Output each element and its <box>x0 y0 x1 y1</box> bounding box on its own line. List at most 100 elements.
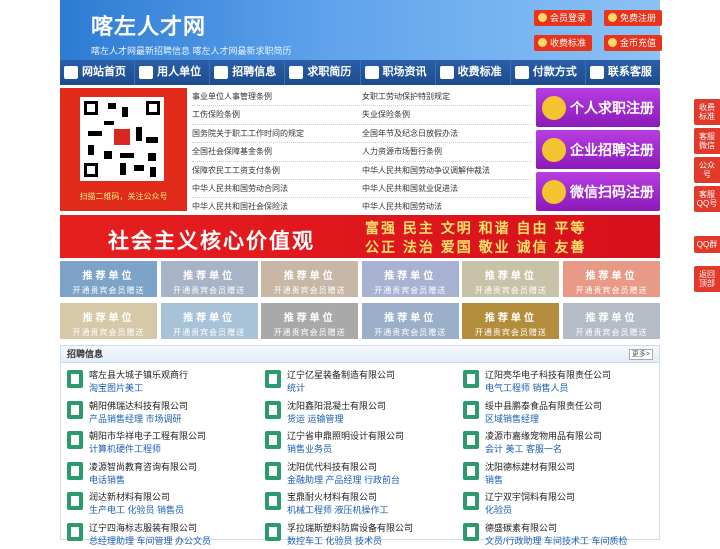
recommended-unit-tile[interactable]: 推荐单位 开通贵宾会员赠送 <box>160 303 258 339</box>
policy-link[interactable]: 中华人民共和国劳动法 <box>362 198 532 215</box>
side-button[interactable]: 客服微信 <box>694 128 720 154</box>
job-item[interactable]: 沈阳优代科技有限公司 金融助理 产品经理 行政前台 <box>259 458 454 488</box>
job-item[interactable]: 辽宁四海标志服装有限公司 总经理助理 车间管理 办公文员 <box>61 519 256 549</box>
company-name[interactable]: 辽宁双宇饲料有限公司 <box>485 490 575 503</box>
job-positions[interactable]: 生产电工 化验员 销售员 <box>89 503 184 516</box>
recommended-unit-tile[interactable]: 推荐单位 开通贵宾会员赠送 <box>462 261 560 297</box>
recommended-unit-tile[interactable]: 推荐单位 开通贵宾会员赠送 <box>261 261 359 297</box>
company-name[interactable]: 绥中县鹏泰食品有限责任公司 <box>485 399 602 412</box>
job-positions[interactable]: 化验员 <box>485 503 512 516</box>
policy-link[interactable]: 保障农民工工资支付条例 <box>192 162 362 179</box>
job-positions[interactable]: 电话销售 <box>89 473 125 486</box>
recommended-unit-tile[interactable]: 推荐单位 开通贵宾会员赠送 <box>563 261 660 297</box>
job-item[interactable]: 绥中县鹏泰食品有限责任公司 区域销售经理 <box>457 397 652 427</box>
nav-payment[interactable]: 付款方式 <box>511 60 586 85</box>
job-item[interactable]: 喀左县大城子镇乐观商行 淘宝图片美工 <box>61 366 256 396</box>
job-item[interactable]: 德盛碳素有限公司 文员/行政助理 车间技术工 车间质检 <box>457 519 652 549</box>
recommended-unit-tile[interactable]: 推荐单位 开通贵宾会员赠送 <box>60 303 157 339</box>
job-positions[interactable]: 淘宝图片美工 <box>89 381 143 394</box>
nav-jobs[interactable]: 招聘信息 <box>210 60 286 85</box>
job-positions[interactable]: 机械工程师 液压机操作工 <box>287 503 389 516</box>
nav-home[interactable]: 网站首页 <box>60 60 136 85</box>
policy-link[interactable]: 事业单位人事管理条例 <box>192 88 362 105</box>
job-item[interactable]: 沈阳鑫阳混凝土有限公司 货运 运输管理 <box>259 397 454 427</box>
company-name[interactable]: 凌源市嘉缘宠物用品有限公司 <box>485 429 602 442</box>
policy-link[interactable]: 女职工劳动保护特别规定 <box>362 88 532 105</box>
company-name[interactable]: 凌源智尚教育咨询有限公司 <box>89 460 197 473</box>
personal-register-button[interactable]: 个人求职注册 <box>536 88 660 127</box>
company-name[interactable]: 沈阳优代科技有限公司 <box>287 460 377 473</box>
job-positions[interactable]: 产品销售经理 市场调研 <box>89 412 182 425</box>
recommended-unit-tile[interactable]: 推荐单位 开通贵宾会员赠送 <box>60 261 157 297</box>
job-item[interactable]: 沈阳德标建材有限公司 销售 <box>457 458 652 488</box>
job-positions[interactable]: 区域销售经理 <box>485 412 539 425</box>
nav-support[interactable]: 联系客服 <box>586 60 660 85</box>
nav-news[interactable]: 职场资讯 <box>361 60 436 85</box>
company-name[interactable]: 沈阳德标建材有限公司 <box>485 460 575 473</box>
recommended-unit-tile[interactable]: 推荐单位 开通贵宾会员赠送 <box>563 303 660 339</box>
job-positions[interactable]: 电气工程师 销售人员 <box>485 381 569 394</box>
job-item[interactable]: 朝阳佛瑞达科技有限公司 产品销售经理 市场调研 <box>61 397 256 427</box>
company-name[interactable]: 喀左县大城子镇乐观商行 <box>89 368 188 381</box>
job-positions[interactable]: 计算机硬件工程师 <box>89 442 161 455</box>
nav-resumes[interactable]: 求职简历 <box>285 60 361 85</box>
policy-link[interactable]: 中华人民共和国劳动争议调解仲裁法 <box>362 162 532 179</box>
side-button[interactable]: 客服QQ号 <box>694 186 720 212</box>
nav-fees[interactable]: 收费标准 <box>436 60 511 85</box>
recommended-unit-tile[interactable]: 推荐单位 开通贵宾会员赠送 <box>160 261 258 297</box>
fee-standard-button[interactable]: 收费标准 <box>534 35 593 51</box>
policy-link[interactable]: 中华人民共和国社会保险法 <box>192 198 362 215</box>
member-login-button[interactable]: 会员登录 <box>534 10 593 26</box>
side-button[interactable]: 公众号 <box>694 157 720 183</box>
company-name[interactable]: 辽宁四海标志服装有限公司 <box>89 521 197 534</box>
company-name[interactable]: 朝阳市华祥电子工程有限公司 <box>89 429 206 442</box>
job-positions[interactable]: 总经理助理 车间管理 办公文员 <box>89 534 211 547</box>
policy-link[interactable]: 失业保险条例 <box>362 106 532 123</box>
free-register-button[interactable]: 免费注册 <box>604 10 663 26</box>
company-name[interactable]: 孚拉瑞斯塑料防腐设备有限公司 <box>287 521 413 534</box>
job-item[interactable]: 凌源市嘉缘宠物用品有限公司 会计 美工 客服一名 <box>457 427 652 457</box>
job-item[interactable]: 辽阳亮华电子科技有限责任公司 电气工程师 销售人员 <box>457 366 652 396</box>
policy-link[interactable]: 人力资源市场暂行条例 <box>362 143 532 160</box>
recommended-unit-tile[interactable]: 推荐单位 开通贵宾会员赠送 <box>361 261 459 297</box>
company-name[interactable]: 朝阳佛瑞达科技有限公司 <box>89 399 188 412</box>
job-positions[interactable]: 销售业务员 <box>287 442 332 455</box>
job-item[interactable]: 润达新材料有限公司 生产电工 化验员 销售员 <box>61 488 256 518</box>
job-item[interactable]: 宝鼎耐火材料有限公司 机械工程师 液压机操作工 <box>259 488 454 518</box>
policy-link[interactable]: 全国年节及纪念日放假办法 <box>362 125 532 142</box>
recommended-unit-tile[interactable]: 推荐单位 开通贵宾会员赠送 <box>361 303 459 339</box>
policy-link[interactable]: 中华人民共和国劳动合同法 <box>192 180 362 197</box>
job-positions[interactable]: 销售 <box>485 473 503 486</box>
policy-link[interactable]: 国务院关于职工工作时间的规定 <box>192 125 362 142</box>
side-button[interactable]: QQ群 <box>694 236 720 253</box>
job-item[interactable]: 朝阳市华祥电子工程有限公司 计算机硬件工程师 <box>61 427 256 457</box>
job-item[interactable]: 凌源智尚教育咨询有限公司 电话销售 <box>61 458 256 488</box>
job-item[interactable]: 孚拉瑞斯塑料防腐设备有限公司 数控车工 化验员 技术员 <box>259 519 454 549</box>
company-name[interactable]: 宝鼎耐火材料有限公司 <box>287 490 377 503</box>
job-positions[interactable]: 数控车工 化验员 技术员 <box>287 534 382 547</box>
job-positions[interactable]: 文员/行政助理 车间技术工 车间质检 <box>485 534 628 547</box>
company-name[interactable]: 辽宁省申鼎照明设计有限公司 <box>287 429 404 442</box>
side-button[interactable]: 收费标准 <box>694 99 720 125</box>
policy-link[interactable]: 中华人民共和国就业促进法 <box>362 180 532 197</box>
company-name[interactable]: 润达新材料有限公司 <box>89 490 170 503</box>
company-name[interactable]: 德盛碳素有限公司 <box>485 521 557 534</box>
recommended-unit-tile[interactable]: 推荐单位 开通贵宾会员赠送 <box>462 303 560 339</box>
job-positions[interactable]: 货运 运输管理 <box>287 412 344 425</box>
job-item[interactable]: 辽宁省申鼎照明设计有限公司 销售业务员 <box>259 427 454 457</box>
job-positions[interactable]: 金融助理 产品经理 行政前台 <box>287 473 400 486</box>
policy-link[interactable]: 工伤保险条例 <box>192 106 362 123</box>
nav-employers[interactable]: 用人单位 <box>135 60 211 85</box>
job-item[interactable]: 辽宁亿星装备制造有限公司 统计 <box>259 366 454 396</box>
side-button[interactable]: 返回顶部 <box>694 266 720 292</box>
site-logo[interactable]: 喀左人才网 <box>91 9 206 41</box>
company-name[interactable]: 辽宁亿星装备制造有限公司 <box>287 368 395 381</box>
job-item[interactable]: 辽宁双宇饲料有限公司 化验员 <box>457 488 652 518</box>
more-link[interactable]: 更多> <box>628 349 653 360</box>
recharge-button[interactable]: 金币充值 <box>604 35 663 51</box>
wechat-register-button[interactable]: 微信扫码注册 <box>536 172 660 211</box>
recommended-unit-tile[interactable]: 推荐单位 开通贵宾会员赠送 <box>261 303 359 339</box>
job-positions[interactable]: 统计 <box>287 381 305 394</box>
company-name[interactable]: 辽阳亮华电子科技有限责任公司 <box>485 368 611 381</box>
policy-link[interactable]: 全国社会保障基金条例 <box>192 143 362 160</box>
